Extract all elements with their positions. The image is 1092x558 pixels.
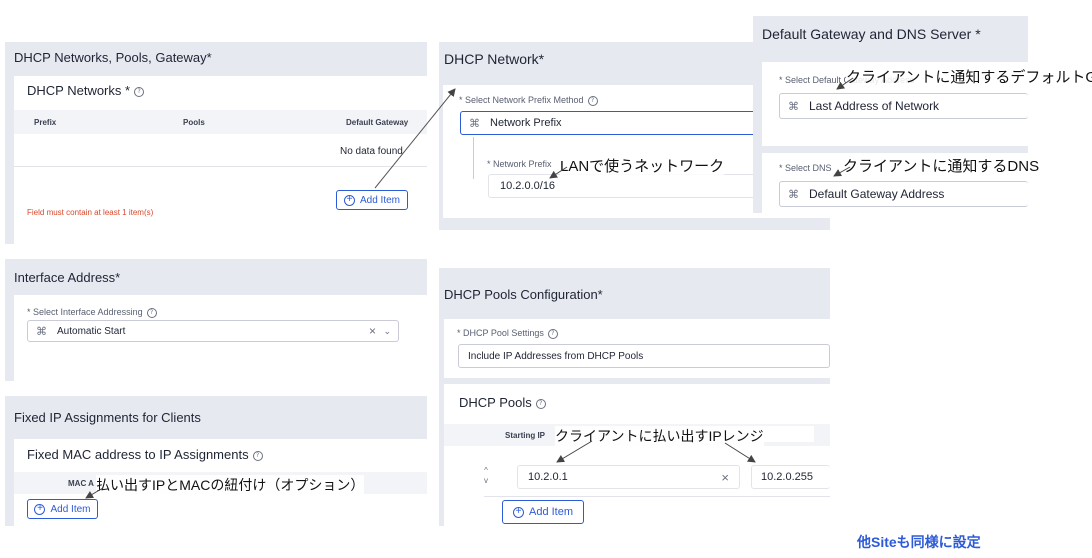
select-value: Default Gateway Address (809, 187, 945, 201)
network-icon: ⌘ (36, 324, 47, 338)
default-gateway-dns-panel: Default Gateway and DNS Server * * Selec… (753, 16, 1028, 213)
network-prefix-method-select[interactable]: ⌘ Network Prefix (460, 111, 760, 135)
annotation-fixed: 払い出すIPとMACの紐付け（オプション） (96, 475, 365, 495)
divider (484, 496, 830, 497)
field-label-text: Select DNS (785, 163, 832, 173)
dhcp-networks-card: DHCP Networks *? Prefix Pools Default Ga… (14, 76, 427, 244)
divider (14, 166, 427, 167)
panel-title-text: DHCP Pools Configuration (444, 287, 598, 302)
column-prefix: Prefix (34, 118, 57, 127)
interface-card: * Select Interface Addressing? ⌘ Automat… (14, 295, 427, 381)
info-icon: ? (547, 328, 558, 339)
select-value: Last Address of Network (809, 99, 940, 113)
info-icon: ? (134, 86, 145, 97)
panel-title: Interface Address (14, 270, 120, 285)
dhcp-pools-configuration-panel: DHCP Pools Configuration* * DHCP Pool Se… (439, 268, 830, 526)
required-mark: * (121, 83, 131, 98)
card-title: DHCP Networks *? (27, 83, 145, 98)
input-value: 10.2.0.255 (761, 471, 813, 483)
table-header: Prefix Pools Default Gateway (14, 110, 427, 134)
nested-indent-line (473, 137, 474, 179)
network-icon: ⌘ (469, 116, 480, 130)
add-item-button[interactable]: + Add Item (336, 190, 408, 210)
header-cell-blank (757, 426, 814, 442)
info-icon: ? (535, 398, 546, 409)
sort-arrows-icon[interactable]: ^ v (484, 466, 488, 486)
field-label-text: Network Prefix (493, 159, 552, 169)
panel-title: Fixed IP Assignments for Clients (14, 410, 201, 425)
footer-note: 他Siteも同様に設定 (857, 534, 981, 550)
field-label: * Select Network Prefix Method? (459, 95, 598, 106)
network-prefix-input[interactable]: 10.2.0.0/16 (488, 174, 760, 198)
required-mark: * (971, 26, 981, 42)
field-label: * DHCP Pool Settings? (457, 328, 558, 339)
interface-address-panel: Interface Address * Select Interface Add… (5, 259, 427, 381)
field-label-text: DHCP Pool Settings (463, 328, 544, 338)
add-item-button[interactable]: + Add Item (27, 499, 98, 519)
card-title: DHCP Pools? (459, 395, 546, 410)
input-value: 10.2.0.0/16 (500, 180, 556, 192)
annotation-lan: LANで使うネットワーク (560, 155, 725, 176)
field-label-text: Select Interface Addressing (33, 307, 143, 317)
panel-title: DHCP Network (444, 51, 544, 67)
card-title: Fixed MAC address to IP Assignments? (27, 447, 263, 462)
info-icon: ? (146, 307, 157, 318)
chevron-down-icon[interactable]: ⌄ (383, 326, 391, 337)
dhcp-pools-card: DHCP Pools? Starting IP ^ v 10.2.0.1 × 10… (444, 384, 830, 526)
input-value: 10.2.0.1 (528, 471, 568, 483)
card-title-text: Fixed MAC address to IP Assignments (27, 447, 249, 462)
error-text: Field must contain at least 1 item(s) (27, 208, 154, 217)
add-circle-icon: + (34, 503, 46, 515)
add-item-label: Add Item (528, 506, 574, 518)
panel-title: Default Gateway and DNS Server * (762, 26, 981, 42)
column-mac: MAC A (68, 479, 94, 488)
clear-icon[interactable]: × (369, 324, 376, 338)
annotation-gateway: クライアントに通知するデフォルトGW (846, 66, 1092, 87)
field-label-text: Select Network Prefix Method (465, 95, 584, 105)
required-mark: * (597, 287, 603, 302)
end-ip-input[interactable]: 10.2.0.255 (751, 465, 830, 489)
start-ip-input[interactable]: 10.2.0.1 × (517, 465, 740, 489)
column-default-gateway: Default Gateway (346, 118, 409, 127)
card-title-text: DHCP Pools (459, 395, 532, 410)
fixed-ip-panel: Fixed IP Assignments for Clients Fixed M… (5, 396, 427, 526)
field-label: * Network Prefix (487, 159, 552, 169)
dns-select[interactable]: ⌘ Default Gateway Address (779, 181, 1028, 207)
pool-settings-card: * DHCP Pool Settings? Include IP Address… (444, 319, 830, 378)
field-label: * Select Interface Addressing? (27, 307, 157, 318)
panel-title-text: Default Gateway and DNS Server (762, 26, 972, 42)
select-value: Network Prefix (490, 117, 562, 129)
info-icon: ? (252, 450, 263, 461)
clear-icon[interactable]: × (721, 470, 729, 485)
select-value: Automatic Start (57, 325, 126, 337)
empty-text: No data found (340, 146, 403, 157)
add-item-button[interactable]: + Add Item (502, 500, 584, 524)
add-circle-icon: + (343, 194, 355, 206)
field-label: * Select DNS (779, 163, 832, 173)
select-value: Include IP Addresses from DHCP Pools (468, 350, 644, 362)
panel-title: DHCP Pools Configuration* (444, 287, 603, 302)
interface-addressing-select[interactable]: ⌘ Automatic Start × ⌄ (27, 320, 399, 342)
annotation-pool-range: クライアントに払い出すIPレンジ (555, 426, 764, 446)
add-item-label: Add Item (359, 194, 401, 206)
add-circle-icon: + (512, 506, 524, 518)
default-gateway-select[interactable]: ⌘ Last Address of Network (779, 93, 1028, 119)
info-icon: ? (587, 95, 598, 106)
panel-title: DHCP Networks, Pools, Gateway (14, 50, 212, 65)
network-icon: ⌘ (788, 99, 799, 113)
network-icon: ⌘ (788, 187, 799, 201)
column-pools: Pools (183, 118, 205, 127)
dhcp-networks-panel: DHCP Networks, Pools, Gateway DHCP Netwo… (5, 42, 427, 244)
dhcp-pool-settings-select[interactable]: Include IP Addresses from DHCP Pools (458, 344, 830, 368)
column-starting-ip: Starting IP (505, 431, 546, 440)
annotation-dns: クライアントに通知するDNS (843, 155, 1040, 176)
add-item-label: Add Item (50, 503, 91, 515)
card-title-text: DHCP Networks (27, 83, 122, 98)
